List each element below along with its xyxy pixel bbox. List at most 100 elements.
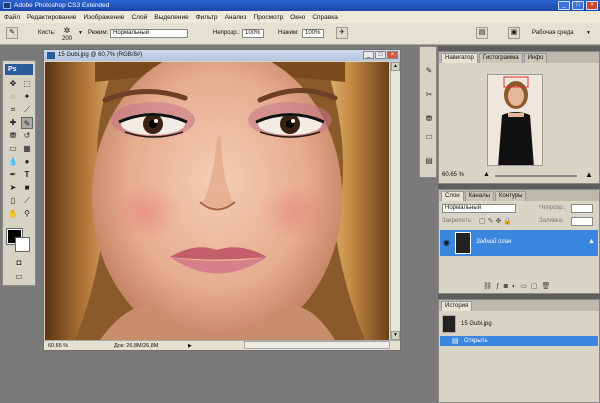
brush-preset-icon[interactable]: ✲	[60, 26, 74, 35]
navigator-zoom-out-icon[interactable]: ▲	[483, 171, 490, 178]
horizontal-scrollbar[interactable]	[244, 341, 390, 349]
tab-info[interactable]: Инфо	[523, 53, 548, 63]
brush-label: Кисть:	[38, 30, 56, 36]
menu-file[interactable]: Файл	[4, 14, 20, 21]
flow-input[interactable]: 100%	[302, 29, 324, 38]
tab-channels[interactable]: Каналы	[464, 191, 494, 201]
menu-image[interactable]: Изображение	[84, 14, 125, 21]
navigator-thumbnail[interactable]	[487, 74, 543, 166]
layer-name[interactable]: Задний план	[476, 239, 511, 245]
lock-icons[interactable]: ▢✎✥🔒	[479, 217, 514, 225]
hand-tool-icon[interactable]: ✋	[7, 208, 19, 220]
layer-fill-input[interactable]	[571, 217, 593, 226]
maximize-button[interactable]: □	[572, 1, 584, 10]
new-group-icon[interactable]: ▭	[520, 283, 531, 290]
healing-brush-icon[interactable]: ✚	[7, 117, 19, 129]
magic-wand-icon[interactable]: ✦	[21, 91, 33, 103]
layer-mask-icon[interactable]: ◙	[504, 283, 512, 290]
clone-stamp-icon[interactable]: ⛃	[7, 130, 19, 142]
workspace-icon[interactable]: ▣	[508, 27, 520, 39]
layer-thumbnail	[455, 232, 471, 254]
brush-tool-icon[interactable]: ✎	[6, 27, 18, 39]
menu-edit[interactable]: Редактирование	[27, 14, 77, 21]
gradient-icon[interactable]: ▦	[21, 143, 33, 155]
screen-mode-icon[interactable]: ▭	[13, 271, 25, 283]
dock-layer-comps-icon[interactable]: ▤	[423, 155, 435, 167]
path-selection-icon[interactable]: ➤	[7, 182, 19, 194]
notes-tool-icon[interactable]: ▯	[7, 195, 19, 207]
menu-help[interactable]: Справка	[312, 14, 338, 21]
navigator-zoom[interactable]: 60.65 %	[442, 172, 464, 178]
dodge-tool-icon[interactable]: ●	[21, 156, 33, 168]
dock-animation-icon[interactable]: ▭	[423, 131, 435, 143]
opacity-input[interactable]: 100%	[242, 29, 264, 38]
layer-row[interactable]: ◉ Задний план ▲	[440, 230, 598, 256]
document-zoom[interactable]: 60.65 %	[48, 341, 68, 351]
layer-opacity-input[interactable]	[571, 204, 593, 213]
menu-analysis[interactable]: Анализ	[225, 14, 247, 21]
history-step-icon: ▤	[452, 338, 459, 345]
zoom-tool-icon[interactable]: ⚲	[21, 208, 33, 220]
new-layer-icon[interactable]: ▢	[531, 283, 542, 290]
menu-layer[interactable]: Слой	[131, 14, 147, 21]
menu-select[interactable]: Выделение	[154, 14, 188, 21]
dock-clone-source-icon[interactable]: ⛃	[423, 113, 435, 125]
brushes-palette-icon[interactable]: ▤	[476, 27, 488, 39]
layer-blend-mode-select[interactable]: Нормальный	[442, 204, 516, 213]
eyedropper-icon[interactable]: ⟋	[21, 104, 33, 116]
dock-brushes-icon[interactable]: ✎	[423, 65, 435, 77]
history-step-row[interactable]: ▤ Открыть	[440, 336, 598, 346]
workspace-dropdown-icon[interactable]: ▼	[586, 30, 591, 36]
scroll-down-icon[interactable]: ▼	[391, 331, 400, 340]
layers-panel: Слои Каналы Контуры Нормальный Непрозр.:…	[438, 189, 600, 294]
tab-paths[interactable]: Контуры	[494, 191, 527, 201]
brush-dropdown-icon[interactable]: ▼	[78, 30, 83, 36]
history-snapshot-thumbnail[interactable]	[442, 315, 456, 333]
status-menu-icon[interactable]: ▶	[188, 341, 192, 351]
close-button[interactable]: ×	[586, 1, 598, 10]
history-snapshot-name[interactable]: 15 Gubi.jpg	[461, 321, 492, 327]
minimize-button[interactable]: _	[558, 1, 570, 10]
airbrush-icon[interactable]: ✈	[336, 27, 348, 39]
lasso-tool-icon[interactable]: ◌	[7, 91, 19, 103]
tab-layers[interactable]: Слои	[441, 191, 464, 201]
navigator-preview-image	[488, 75, 542, 165]
tab-history[interactable]: История	[441, 301, 473, 311]
background-color-swatch[interactable]	[15, 237, 30, 252]
menu-window[interactable]: Окно	[290, 14, 305, 21]
mode-label: Режим:	[88, 30, 109, 36]
type-tool-icon[interactable]: T	[21, 169, 33, 181]
pen-tool-icon[interactable]: ✒	[7, 169, 19, 181]
eyedropper-sample-icon[interactable]: ⟋	[21, 195, 33, 207]
eraser-icon[interactable]: ▭	[7, 143, 19, 155]
link-layers-icon[interactable]: ⛓	[483, 283, 496, 290]
brush-tool-icon[interactable]: ✎	[21, 117, 33, 129]
delete-layer-icon[interactable]: 🗑	[542, 283, 555, 290]
tab-navigator[interactable]: Навигатор	[441, 53, 478, 63]
doc-minimize-button[interactable]: _	[363, 51, 374, 59]
layer-visibility-eye-icon[interactable]: ◉	[443, 238, 450, 247]
history-step-name[interactable]: Открыть	[464, 338, 488, 344]
scroll-up-icon[interactable]: ▲	[391, 62, 400, 71]
navigator-zoom-in-icon[interactable]: ▲	[585, 170, 593, 179]
workspace-label[interactable]: Рабочая среда	[532, 30, 574, 36]
tab-histogram[interactable]: Гистограмма	[478, 53, 523, 63]
crop-tool-icon[interactable]: ⌗	[7, 104, 19, 116]
vertical-scrollbar[interactable]: ▲ ▼	[390, 62, 400, 340]
menu-view[interactable]: Просмотр	[254, 14, 284, 21]
marquee-tool-icon[interactable]: ⬚	[21, 78, 33, 90]
document-titlebar: 15 Gubi.jpg @ 60,7% (RGB/8#) _ □ ×	[44, 50, 400, 61]
shape-tool-icon[interactable]: ■	[21, 182, 33, 194]
menu-bar: Файл Редактирование Изображение Слой Выд…	[0, 11, 600, 23]
doc-close-button[interactable]: ×	[387, 51, 398, 59]
dock-tool-presets-icon[interactable]: ✂	[423, 89, 435, 101]
move-tool-icon[interactable]: ✥	[7, 78, 19, 90]
mode-select[interactable]: Нормальный	[110, 29, 188, 38]
blur-tool-icon[interactable]: 💧	[7, 156, 19, 168]
doc-maximize-button[interactable]: □	[375, 51, 386, 59]
navigator-zoom-slider[interactable]	[495, 175, 577, 177]
layer-style-icon[interactable]: ƒ	[496, 283, 504, 290]
menu-filter[interactable]: Фильтр	[196, 14, 218, 21]
quick-mask-icon[interactable]: ◘	[13, 257, 25, 269]
history-brush-icon[interactable]: ↺	[21, 130, 33, 142]
